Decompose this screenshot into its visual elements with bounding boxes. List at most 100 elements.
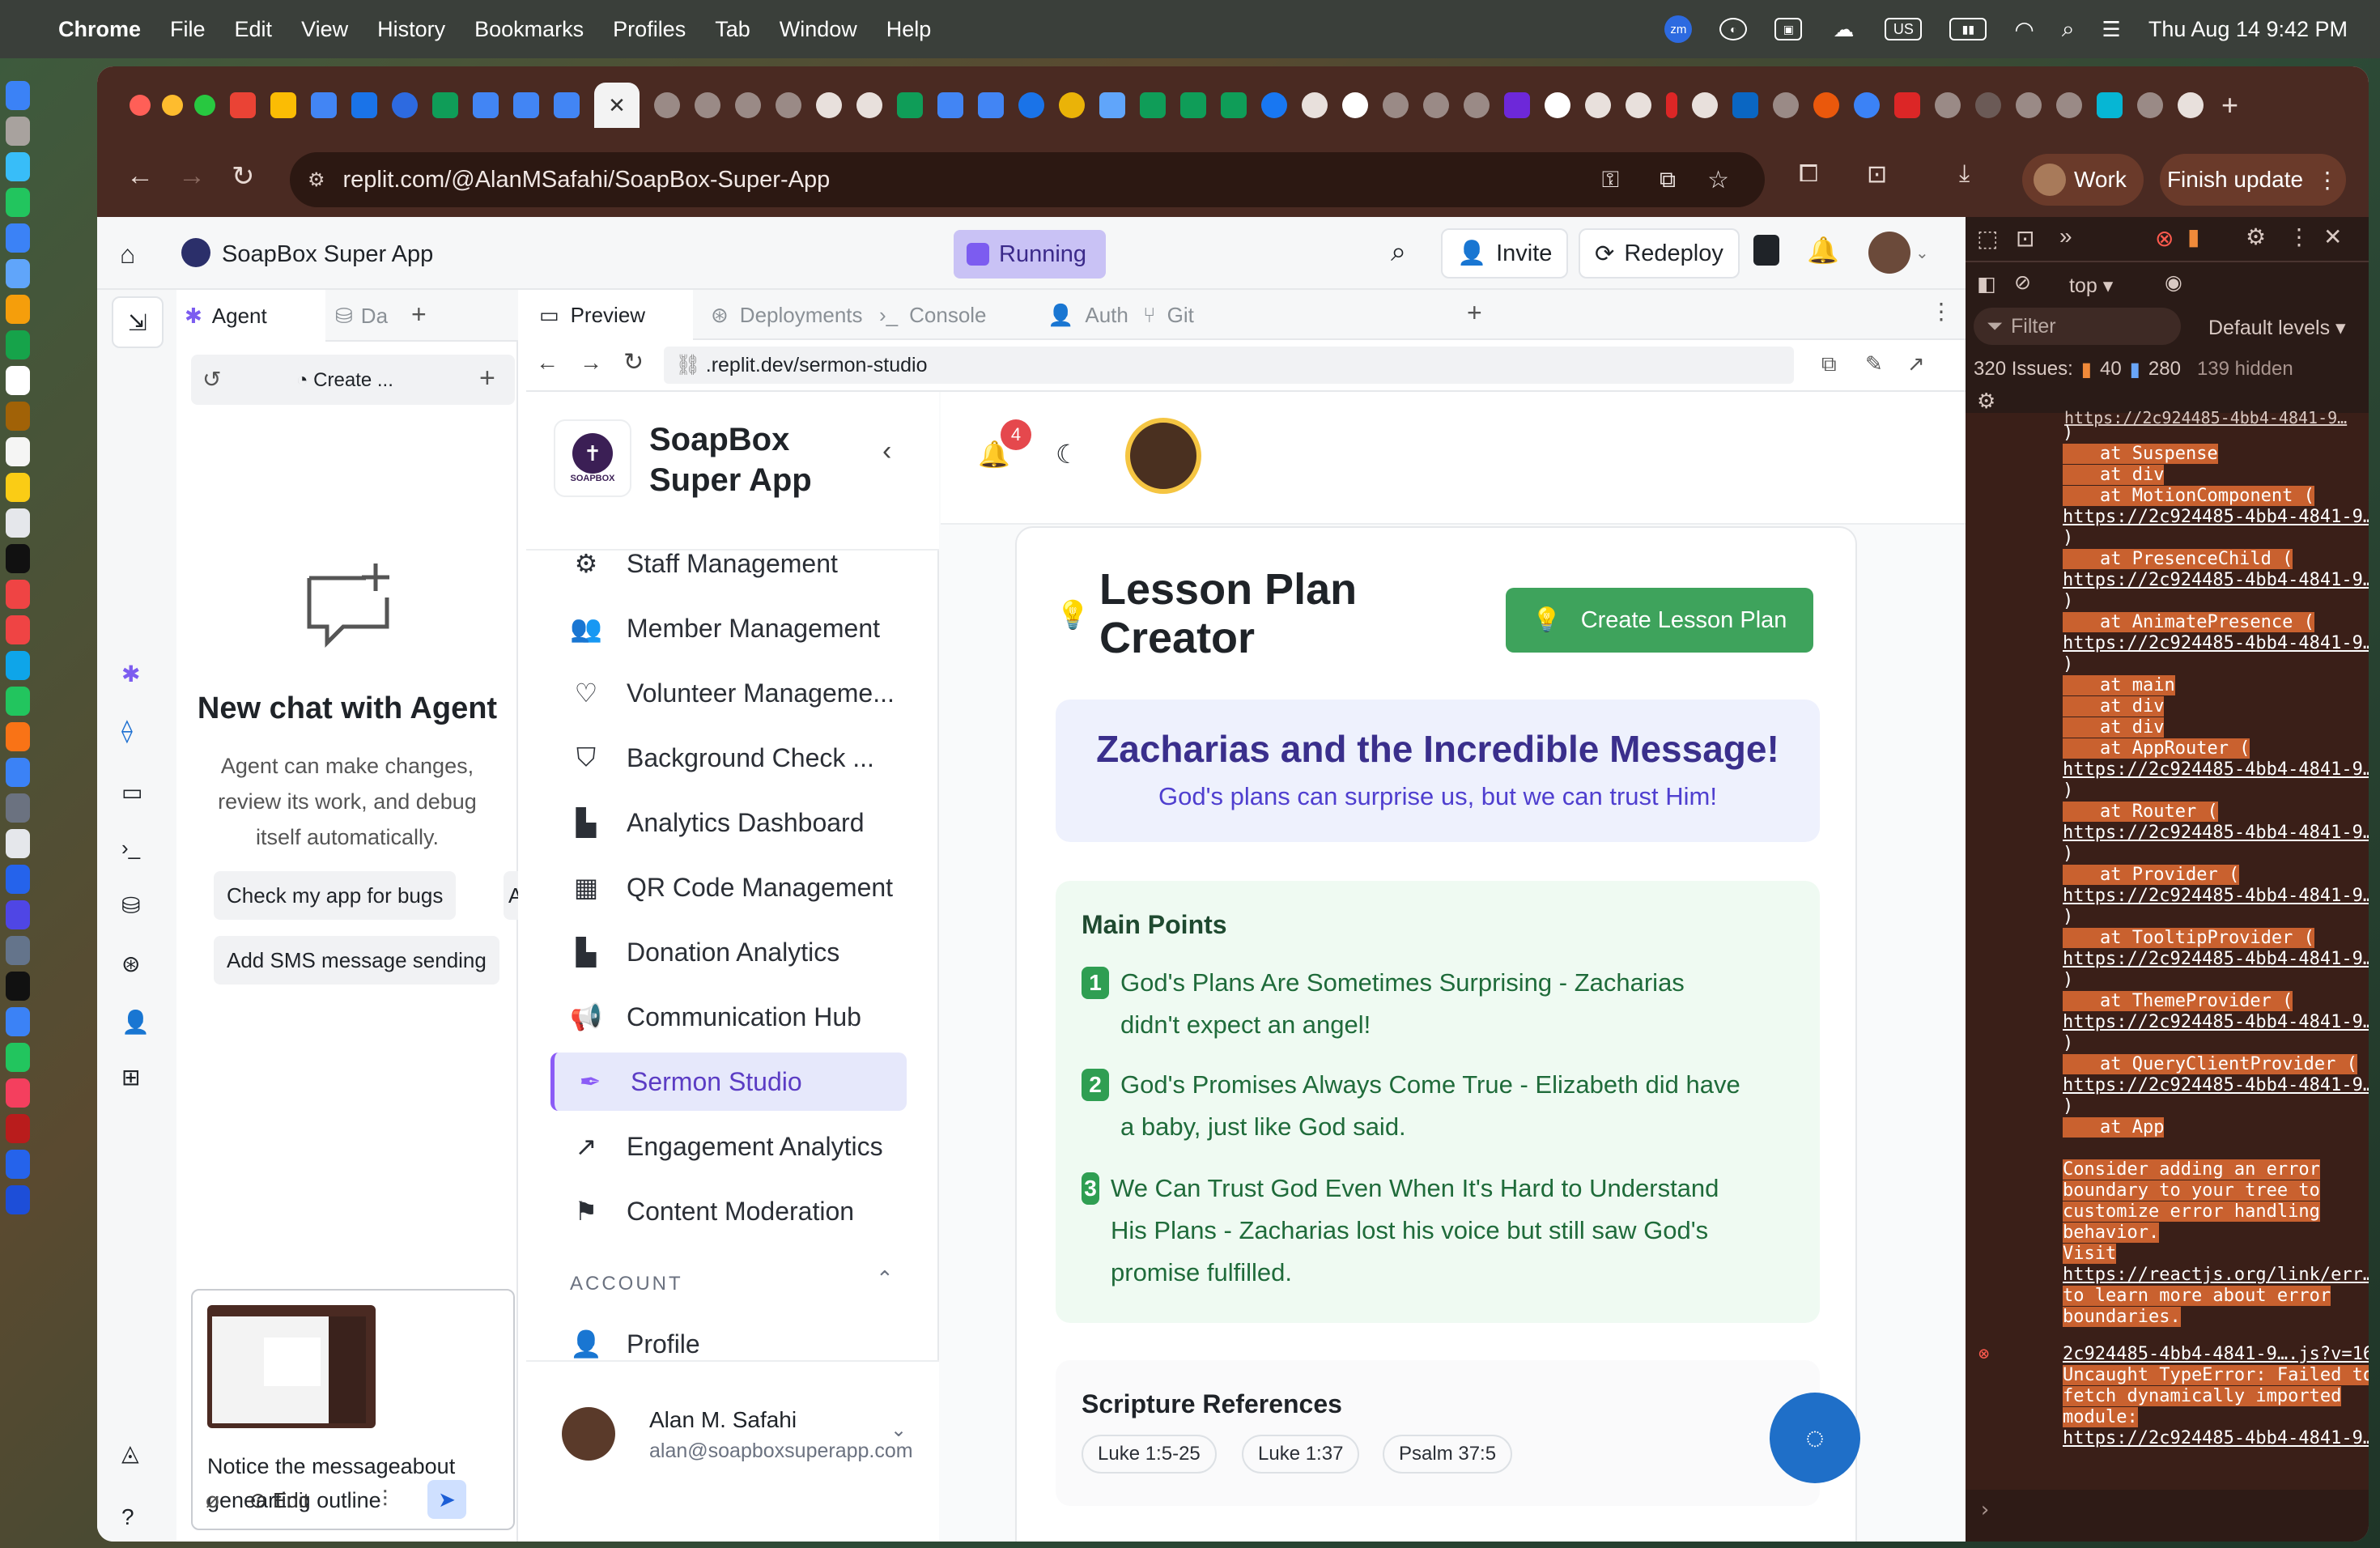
tab-github-icon[interactable] [1302, 92, 1328, 118]
devtools-close-icon[interactable]: ✕ [2323, 223, 2342, 250]
dock-app-icon[interactable] [6, 1185, 30, 1214]
tab-icon[interactable] [2137, 92, 2163, 118]
nav-volunteer-management[interactable]: ♡ Volunteer Manageme... [550, 664, 907, 722]
menu-edit[interactable]: Edit [235, 17, 273, 42]
stack-link[interactable]: https://2c924485-4bb4-4841-9… [2063, 886, 2369, 906]
dock-numbers-icon[interactable] [6, 687, 30, 716]
console-sidebar-icon[interactable]: ›_ [121, 836, 140, 861]
nav-content-moderation[interactable]: ⚑ Content Moderation [550, 1182, 907, 1240]
dock-app-icon[interactable] [6, 1007, 30, 1036]
scripture-badge[interactable]: Psalm 37:5 [1383, 1435, 1513, 1474]
error-source-link[interactable]: 2c924485-4bb4-4841-9….js?v=16… [2063, 1344, 2369, 1364]
tab-docs-icon[interactable] [513, 92, 539, 118]
console-prompt[interactable]: › [1978, 1498, 1991, 1522]
console-sidebar-icon[interactable]: ◧ [1977, 272, 1996, 296]
menu-help[interactable]: Help [886, 17, 932, 42]
nav-staff-management[interactable]: ⚙ Staff Management [550, 551, 907, 593]
chat-fab-icon[interactable]: ◌ [1770, 1393, 1860, 1483]
dock-app-icon[interactable] [6, 829, 30, 858]
menu-file[interactable]: File [170, 17, 206, 42]
project-name[interactable]: SoapBox Super App [222, 241, 433, 268]
tab-icon[interactable] [2056, 92, 2082, 118]
dock-calendar-icon[interactable] [6, 366, 30, 395]
dock-mail-icon[interactable] [6, 223, 30, 253]
deployments-sidebar-icon[interactable]: ⊛ [121, 950, 140, 977]
database-sidebar-icon[interactable]: ⛁ [121, 892, 140, 919]
dock-freeform-icon[interactable] [6, 508, 30, 538]
battery-icon[interactable]: ▮▮ [1949, 18, 1987, 40]
tab-zoom-icon[interactable] [392, 92, 418, 118]
search-icon[interactable]: ⌕ [1391, 236, 1406, 268]
tab-console[interactable]: ›_ Console [866, 290, 987, 340]
open-new-tab-icon[interactable]: ↗ [1907, 351, 1925, 376]
run-status-button[interactable]: Running [954, 230, 1106, 279]
agent-tab[interactable]: ✱ Agent [176, 290, 325, 342]
tab-sheets-icon[interactable] [432, 92, 458, 118]
dock-appstore-icon[interactable] [6, 758, 30, 787]
context-selector[interactable]: top ▾ [2069, 274, 2113, 298]
attached-screenshot-image[interactable] [207, 1305, 376, 1428]
devtools-menu-icon[interactable]: ⋮ [2288, 223, 2310, 250]
help-icon[interactable]: ? [121, 1504, 134, 1530]
create-chat-button[interactable]: ◔ Create ... [296, 369, 393, 392]
notifications-bell-icon[interactable]: 🔔 [1807, 235, 1839, 266]
tab-x-icon[interactable] [1383, 92, 1409, 118]
bookmark-star-icon[interactable]: ☆ [1707, 166, 1729, 194]
install-app-icon[interactable]: ⧉ [1660, 167, 1676, 194]
stack-link[interactable]: https://2c924485-4bb4-4841-9… [2064, 408, 2347, 427]
agent-sidebar-icon[interactable]: ✱ [121, 661, 140, 687]
error-link[interactable]: https://2c924485-4bb4-4841-9… [2063, 1428, 2369, 1448]
tab-auth[interactable]: 👤 Auth [1035, 290, 1128, 340]
tab-icon[interactable] [1423, 92, 1449, 118]
nav-donation-analytics[interactable]: ▙ Donation Analytics [550, 923, 907, 981]
tab-linkedin-icon[interactable] [1732, 92, 1758, 118]
paperclip-icon[interactable]: ⌀ [206, 1486, 219, 1513]
dock-pages-icon[interactable] [6, 722, 30, 751]
device-mode-icon[interactable]: ⊡ [2016, 225, 2034, 252]
tab-google-icon[interactable] [1342, 92, 1368, 118]
menu-view[interactable]: View [301, 17, 348, 42]
menu-window[interactable]: Window [780, 17, 857, 42]
dark-mode-moon-icon[interactable]: ☾ [1056, 439, 1079, 470]
more-panels-icon[interactable]: » [2059, 223, 2072, 249]
tab-icon[interactable] [654, 92, 680, 118]
tab-deployments[interactable]: ⊛ Deployments [698, 290, 863, 340]
close-window-button[interactable] [130, 95, 151, 116]
status-icon-c[interactable]: ☁ [1830, 17, 1857, 41]
sliders-icon[interactable]: ⫶ [382, 1486, 388, 1513]
add-tab-icon[interactable]: + [411, 300, 427, 330]
dock-photos-icon[interactable] [6, 295, 30, 324]
tab-icon[interactable] [1464, 92, 1490, 118]
settings-bell-icon[interactable]: ◬ [121, 1440, 139, 1466]
status-icon-a[interactable]: ◐ [1719, 18, 1748, 40]
tab-acrobat-icon[interactable] [1894, 92, 1920, 118]
tab-icon[interactable] [1854, 92, 1880, 118]
tab-search-icon[interactable]: ⊡ [1867, 160, 1887, 189]
deploy-menu-icon[interactable] [1753, 235, 1779, 266]
downloads-icon[interactable]: ⤓ [1959, 160, 1970, 188]
dock-terminal-icon[interactable] [6, 972, 30, 1001]
stack-link[interactable]: https://2c924485-4bb4-4841-9… [2063, 759, 2369, 780]
devtools-settings-icon[interactable]: ⚙ [2246, 223, 2266, 250]
menubar-clock[interactable]: Thu Aug 14 9:42 PM [2148, 17, 2348, 42]
tab-icon[interactable] [1626, 92, 1651, 118]
add-pane-tab-icon[interactable]: + [1467, 298, 1482, 328]
tab-sheets-icon[interactable] [1140, 92, 1166, 118]
history-icon[interactable]: ↺ [202, 366, 221, 393]
collapse-sidebar-icon[interactable]: ‹ [882, 436, 891, 467]
device-toggle-icon[interactable]: ⧉ [1821, 351, 1837, 377]
tab-icon[interactable] [1018, 92, 1044, 118]
user-card-chevron-icon[interactable]: ⌄ [890, 1418, 907, 1442]
dock-notes-icon[interactable] [6, 473, 30, 502]
preview-forward-icon[interactable]: → [580, 350, 602, 376]
dock-facetime-icon[interactable] [6, 330, 30, 359]
home-icon[interactable]: ⌂ [120, 240, 135, 270]
stack-link[interactable]: https://2c924485-4bb4-4841-9… [2063, 823, 2369, 843]
tab-preview[interactable]: ▭ Preview [526, 290, 693, 340]
react-docs-link[interactable]: https://reactjs.org/link/err… [2063, 1265, 2369, 1285]
scripture-badge[interactable]: Luke 1:5-25 [1082, 1435, 1217, 1474]
tab-icon[interactable] [1773, 92, 1799, 118]
stack-link[interactable]: https://2c924485-4bb4-4841-9… [2063, 1075, 2369, 1095]
tab-calendar-icon[interactable] [351, 92, 377, 118]
menu-history[interactable]: History [377, 17, 445, 42]
